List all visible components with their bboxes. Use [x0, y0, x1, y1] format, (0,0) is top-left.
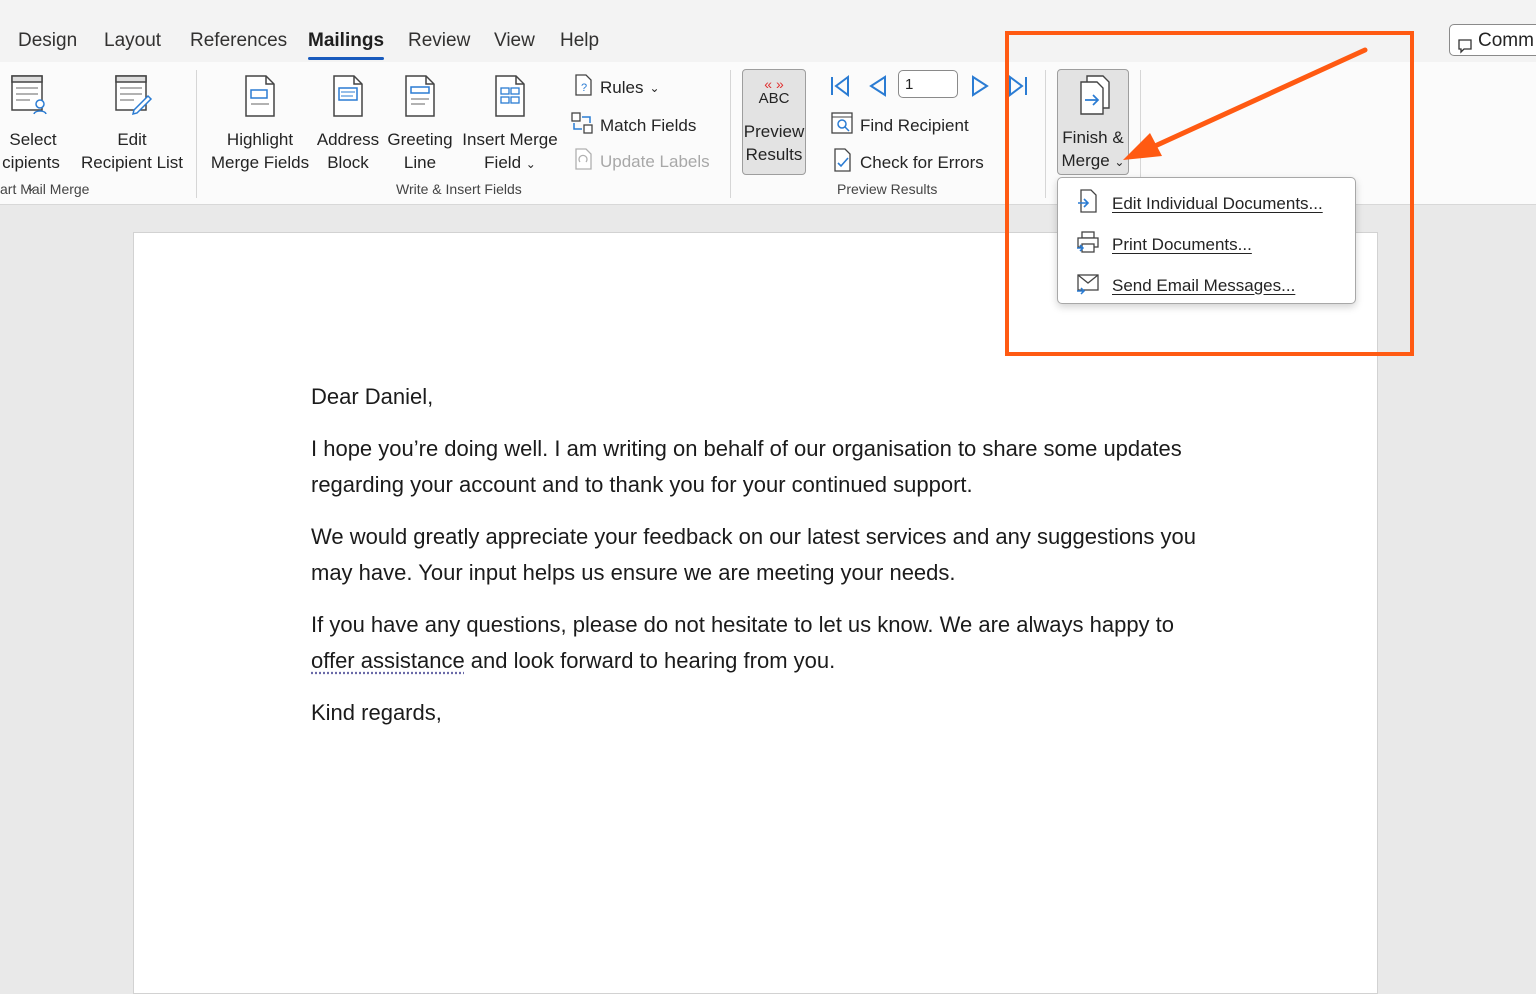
annotation-arrow-icon	[0, 0, 1536, 979]
